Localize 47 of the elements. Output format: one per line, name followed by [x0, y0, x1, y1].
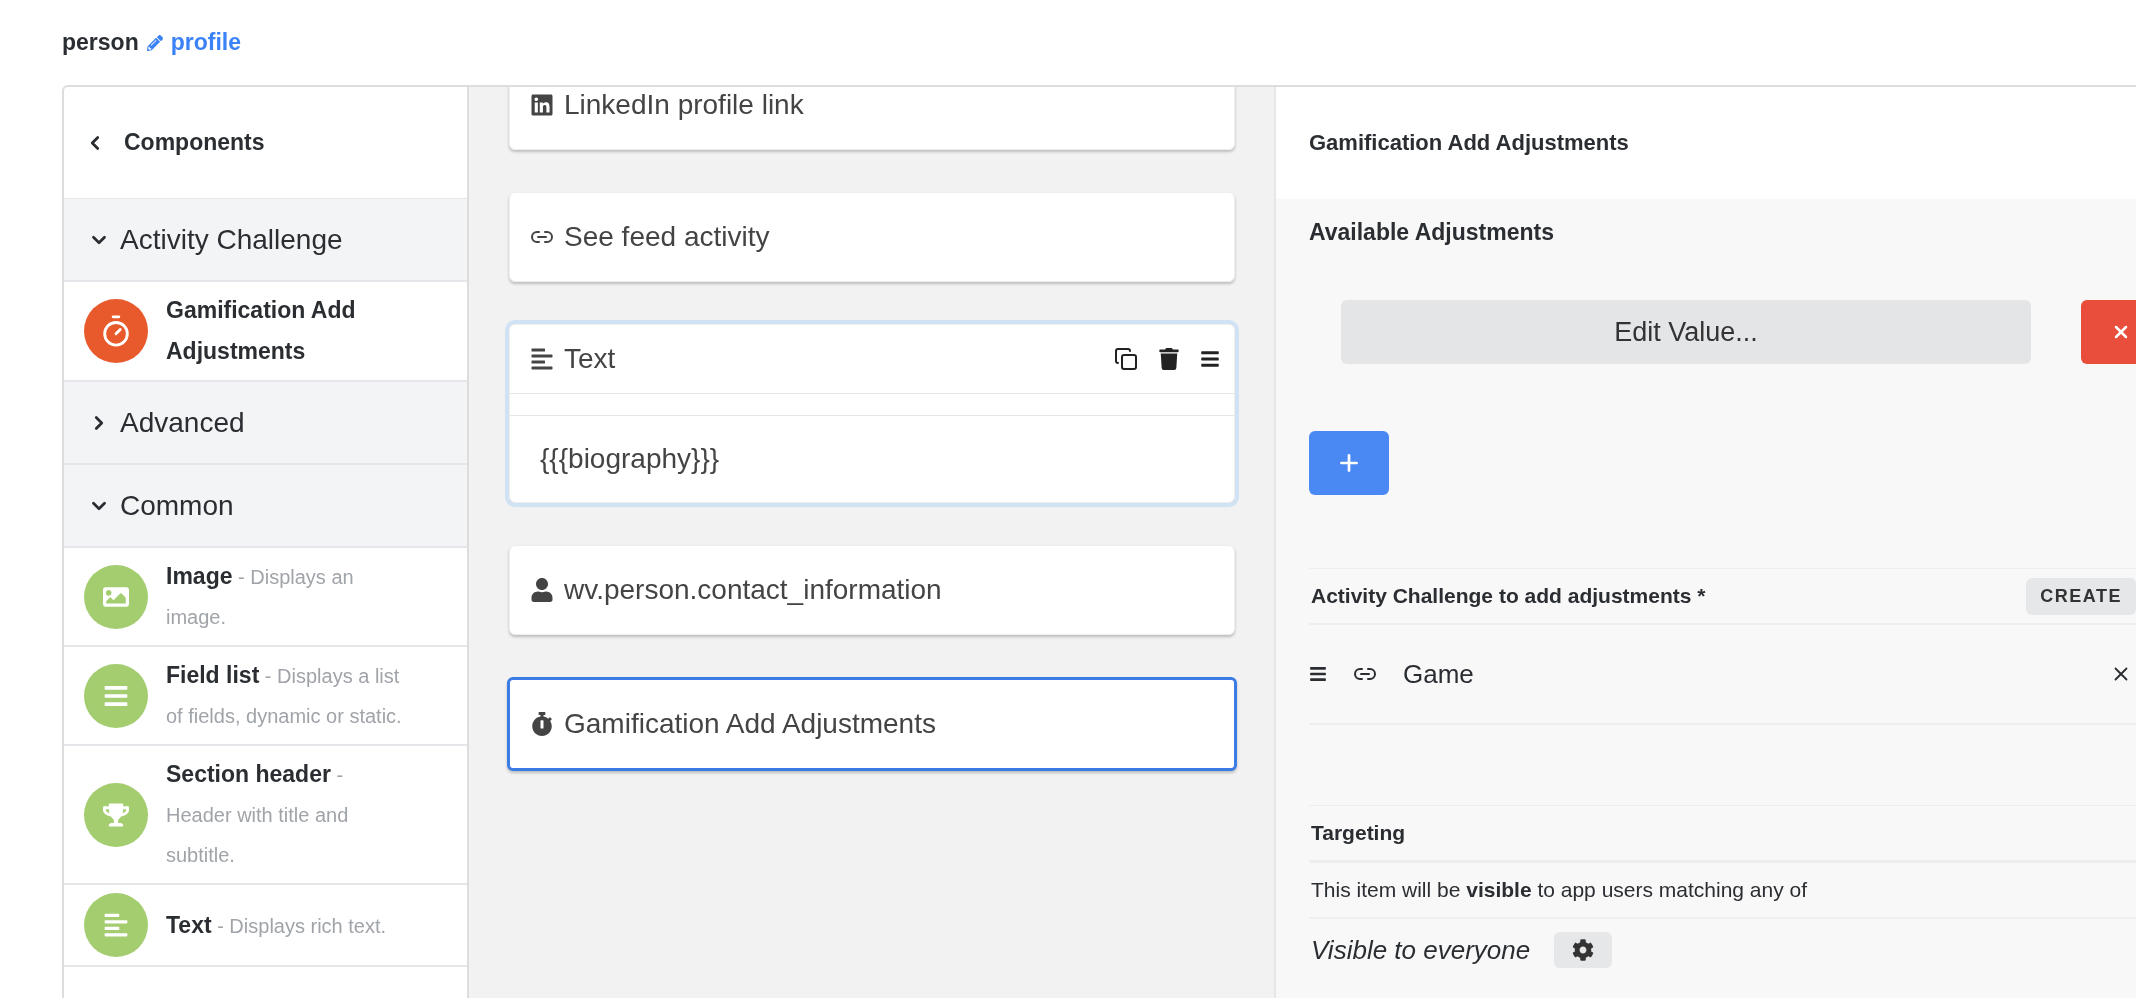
breadcrumb-link[interactable]: profile	[170, 29, 241, 56]
gear-icon	[1572, 939, 1595, 961]
card-title: LinkedIn profile link	[564, 89, 804, 121]
related-item[interactable]: Game	[1403, 658, 1474, 690]
stopwatch-icon	[530, 712, 554, 736]
trash-icon[interactable]	[1158, 348, 1180, 370]
panel-title: Gamification Add Adjustments	[1309, 130, 1629, 156]
linkedin-icon	[530, 93, 554, 117]
group-header[interactable]: Activity Challenge	[64, 199, 467, 282]
component-item[interactable]: Field list - Displays a list of fields, dynamic or static.	[64, 647, 467, 746]
edit-value-button[interactable]: Edit Value...	[1341, 300, 2031, 364]
component-description: Gamification Add Adjustments	[166, 296, 357, 366]
canvas-card[interactable]: LinkedIn profile link	[509, 87, 1235, 150]
targeting-sentence: This item will be visible to app users matching any of	[1311, 878, 1808, 902]
create-button[interactable]: CREATE	[2026, 577, 2136, 615]
person-icon	[530, 578, 554, 602]
component-item[interactable]: Image - Displays an image.	[64, 548, 467, 647]
drag-handle-icon[interactable]	[1309, 665, 1327, 683]
group-header[interactable]: Common	[64, 465, 467, 548]
card-title: See feed activity	[564, 221, 770, 253]
settings-button[interactable]	[1554, 932, 1613, 968]
panel-title: Components	[124, 129, 265, 156]
trophy-icon	[103, 801, 129, 828]
component-description: Section header - Header with title and subtitle.	[166, 760, 350, 868]
section-title: Available Adjustments	[1309, 218, 1555, 247]
text-lines-icon	[103, 912, 129, 938]
card-title: Gamification Add Adjustments	[564, 708, 936, 740]
section-title: Targeting	[1311, 821, 1406, 845]
duplicate-icon[interactable]	[1114, 347, 1138, 371]
card-title: Text	[564, 343, 616, 375]
breadcrumb-entity: person	[62, 29, 139, 56]
component-item[interactable]: Text - Displays rich text.	[64, 885, 467, 967]
component-description: Field list - Displays a list of fields, dynamic or static.	[166, 661, 403, 729]
component-description: Image - Displays an image.	[166, 562, 355, 630]
audience-text: Visible to everyone	[1311, 934, 1531, 966]
canvas-card[interactable]: wv.person.contact_information	[509, 545, 1235, 635]
component-description: Text - Displays rich text.	[166, 910, 388, 940]
group-header[interactable]: Advanced	[64, 382, 467, 465]
card-body-text: {{{biography}}}	[540, 443, 720, 475]
canvas-card[interactable]: Gamification Add Adjustments	[507, 677, 1237, 771]
pencil-icon	[146, 34, 163, 51]
card-title: wv.person.contact_information	[564, 574, 942, 606]
field-label: Activity Challenge to add adjustments *	[1311, 584, 1706, 608]
canvas-card[interactable]: See feed activity	[509, 192, 1235, 282]
component-item[interactable]: Section header - Header with title and subtitle.	[64, 746, 467, 885]
drag-handle-icon[interactable]	[1200, 349, 1220, 369]
text-lines-icon	[530, 347, 554, 371]
